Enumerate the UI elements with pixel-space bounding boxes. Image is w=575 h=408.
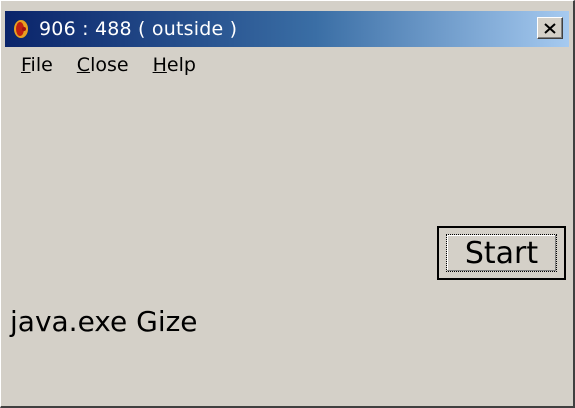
- menu-bar: File Close Help: [9, 51, 208, 79]
- menu-close-mnemonic: C: [76, 54, 91, 76]
- menu-file[interactable]: File: [9, 54, 65, 76]
- close-button[interactable]: [537, 17, 563, 39]
- app-window: 906 : 488 ( outside ) File Close Help St…: [0, 0, 575, 408]
- close-icon: [544, 22, 556, 34]
- menu-close-label: lose: [90, 54, 129, 76]
- java-coffee-icon: [14, 20, 28, 38]
- menu-help[interactable]: Help: [141, 54, 208, 76]
- menu-help-mnemonic: H: [152, 54, 167, 76]
- menu-file-label: ile: [30, 54, 53, 76]
- title-bar[interactable]: 906 : 488 ( outside ): [5, 11, 569, 47]
- menu-file-mnemonic: F: [21, 54, 31, 76]
- window-title: 906 : 488 ( outside ): [39, 18, 238, 40]
- start-button[interactable]: Start: [437, 226, 566, 280]
- menu-help-label: elp: [166, 54, 196, 76]
- status-text: java.exe Gize: [10, 305, 198, 338]
- start-button-focus: Start: [446, 234, 557, 272]
- start-button-label: Start: [464, 235, 539, 271]
- menu-close[interactable]: Close: [65, 54, 141, 76]
